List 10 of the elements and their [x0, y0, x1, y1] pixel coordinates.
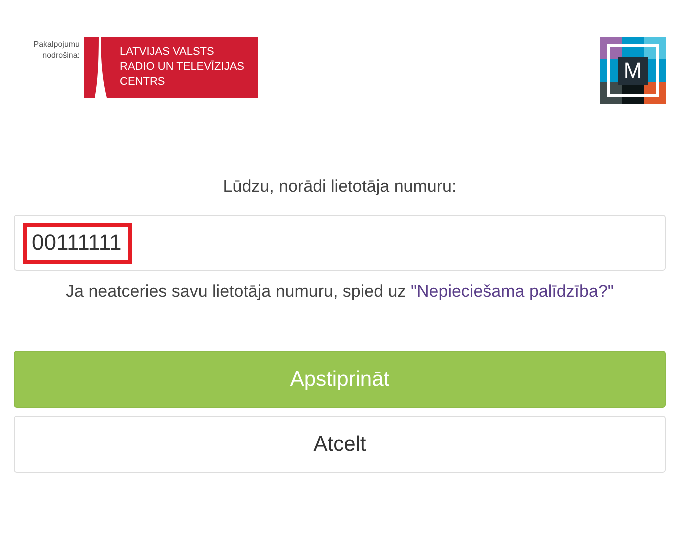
cancel-button[interactable]: Atcelt	[14, 416, 666, 473]
prompt-label: Lūdzu, norādi lietotāja numuru:	[222, 177, 458, 197]
user-number-value: 00111111	[23, 222, 132, 264]
help-link[interactable]: "Nepieciešama palīdzība?"	[410, 282, 614, 301]
user-number-field[interactable]: 00111111	[14, 215, 666, 271]
app-logo: M	[600, 37, 666, 104]
provider-caption: Pakalpojumu nodrošina:	[32, 39, 80, 61]
provider-logo: LATVIJAS VALSTS RADIO UN TELEVĪZIJAS CENTRS	[84, 37, 258, 98]
help-text: Ja neatceries savu lietotāja numuru, spied uz "Nepieciešama palīdzība?"	[65, 281, 615, 303]
tower-icon	[94, 37, 108, 98]
